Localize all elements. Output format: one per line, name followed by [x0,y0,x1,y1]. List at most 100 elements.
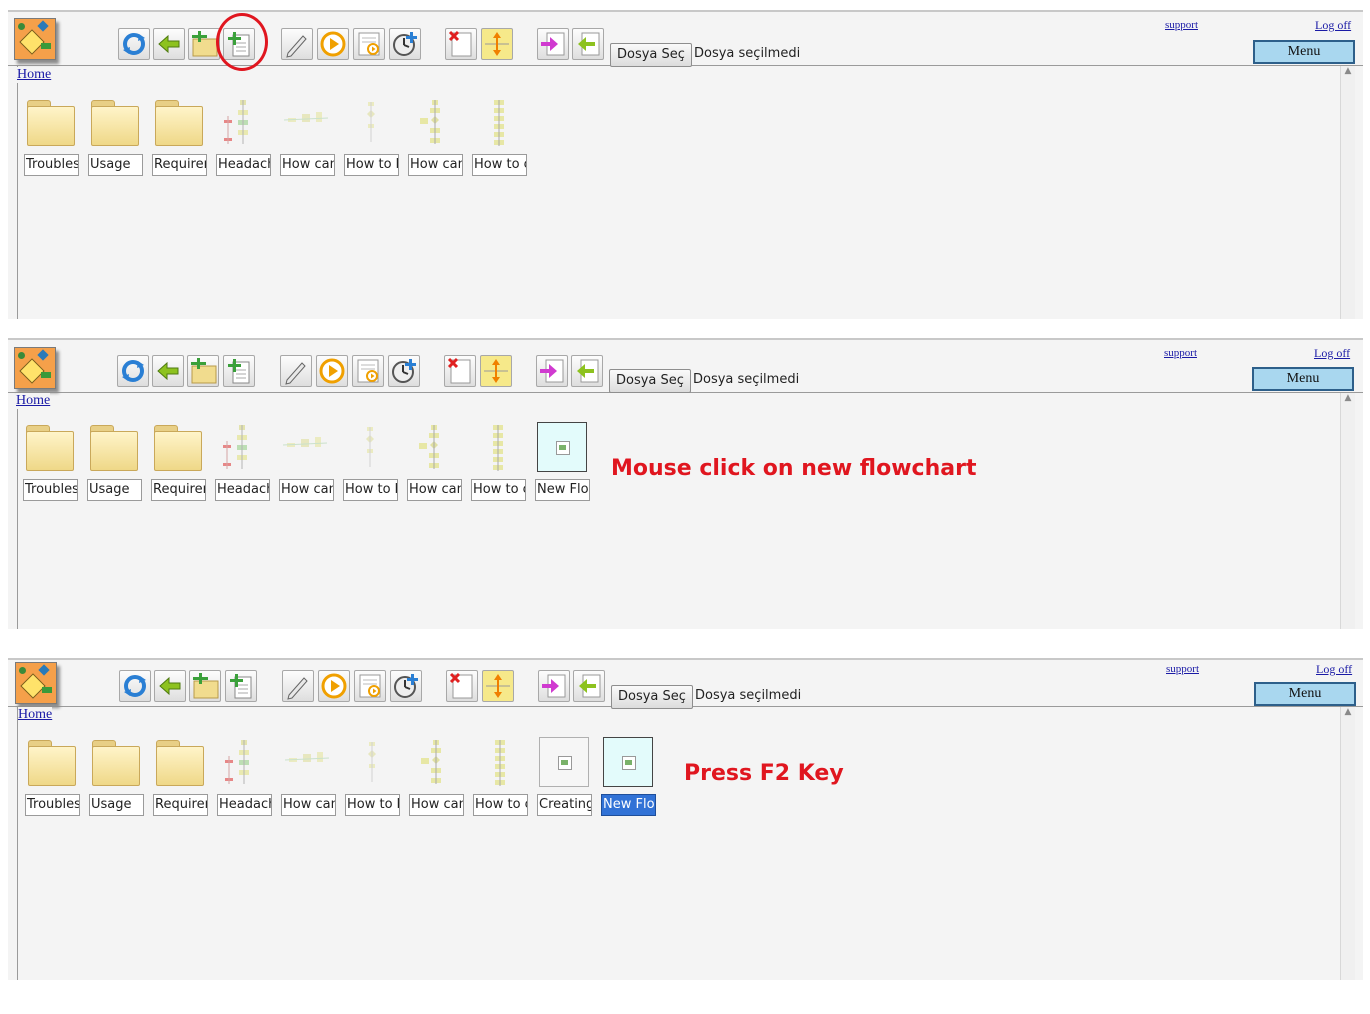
rename-field[interactable]: New Flov [601,794,656,816]
menu-button[interactable]: Menu [1252,367,1354,391]
import-icon [542,674,566,698]
run-document-button[interactable] [352,355,384,387]
folder-icon [88,96,142,150]
scroll-up-arrow-icon[interactable]: ▲ [1341,66,1355,76]
annotation-text: Press F2 Key [684,761,844,786]
resize-button[interactable] [482,670,514,702]
play-button[interactable] [317,28,349,60]
export-icon [577,359,599,383]
edit-button[interactable] [282,670,314,702]
refresh-button[interactable] [118,28,150,60]
new-flowchart-button[interactable] [225,670,257,702]
scrollbar[interactable]: ▲ [1340,393,1355,629]
logoff-link[interactable]: Log off [1315,18,1351,33]
folder-icon [87,421,141,475]
content-left-border [17,707,18,980]
history-button[interactable] [389,28,421,60]
history-button[interactable] [388,355,420,387]
new-folder-icon [193,673,219,699]
logoff-link[interactable]: Log off [1316,662,1352,677]
support-link[interactable]: support [1164,347,1197,359]
import-button[interactable] [538,670,570,702]
resize-icon [486,674,510,698]
refresh-button[interactable] [117,355,149,387]
run-document-icon [359,674,381,698]
play-icon [321,673,347,699]
screenshot-panel-1: ▲ Dosya Seç Dosya seçilmedi support Log … [8,10,1363,319]
folder-icon [152,96,206,150]
flowchart-thumbnail-icon [367,102,375,142]
delete-icon [449,672,473,699]
scrollbar[interactable]: ▲ [1340,707,1355,980]
menu-button[interactable]: Menu [1254,682,1356,706]
resize-button[interactable] [481,28,513,60]
flowchart-thumbnail-icon [419,425,439,469]
new-folder-button[interactable] [187,355,219,387]
back-button[interactable] [154,670,186,702]
flowchart-thumbnail-icon [224,100,248,144]
import-button[interactable] [536,355,568,387]
flowchart-thumbnail-icon [420,100,440,144]
new-flowchart-button[interactable] [223,355,255,387]
scroll-up-arrow-icon[interactable]: ▲ [1341,707,1355,717]
delete-button[interactable] [444,355,476,387]
new-folder-button[interactable] [189,670,221,702]
support-link[interactable]: support [1165,19,1198,31]
home-link[interactable]: Home [16,393,51,409]
menu-button[interactable]: Menu [1253,40,1355,64]
selected-thumbnail [603,737,653,787]
delete-icon [447,357,471,384]
folder-icon [153,736,207,790]
export-button[interactable] [571,355,603,387]
delete-icon [448,30,472,57]
logoff-link[interactable]: Log off [1314,346,1350,361]
history-button[interactable] [390,670,422,702]
edit-button[interactable] [281,28,313,60]
flowchart-thumbnail-icon [282,437,328,447]
scroll-up-arrow-icon[interactable]: ▲ [1341,393,1355,403]
choose-file-button[interactable]: Dosya Seç [610,43,692,67]
back-arrow-icon [159,676,181,696]
selected-thumbnail [537,422,587,472]
flowchart-thumbnail-icon [223,425,247,469]
play-button[interactable] [316,355,348,387]
run-document-icon [358,32,380,56]
flowchart-thumbnail-icon [283,112,329,122]
import-icon [541,32,565,56]
delete-button[interactable] [446,670,478,702]
back-button[interactable] [153,28,185,60]
resize-button[interactable] [480,355,512,387]
import-icon [540,359,564,383]
home-link[interactable]: Home [17,67,52,83]
choose-file-button[interactable]: Dosya Seç [611,685,693,709]
folder-icon [151,421,205,475]
edit-icon [285,362,306,385]
app-logo [14,18,56,60]
choose-file-button[interactable]: Dosya Seç [609,369,691,393]
screenshot-panel-3: ▲ Dosya Seç Dosya seçilmedi support Log … [8,658,1363,980]
refresh-button[interactable] [119,670,151,702]
flowchart-thumbnail-icon [493,425,503,471]
support-link[interactable]: support [1166,663,1199,675]
folder-icon [89,736,143,790]
export-button[interactable] [573,670,605,702]
file-status-text: Dosya seçilmedi [693,372,800,387]
play-button[interactable] [318,670,350,702]
back-button[interactable] [152,355,184,387]
new-folder-icon [192,31,218,57]
export-icon [579,674,601,698]
refresh-icon [122,360,144,382]
folder-icon [23,421,77,475]
home-link[interactable]: Home [18,707,53,723]
export-button[interactable] [572,28,604,60]
run-document-button[interactable] [353,28,385,60]
run-document-icon [357,359,379,383]
edit-button[interactable] [280,355,312,387]
flowchart-thumbnail-icon [495,740,505,786]
scrollbar[interactable]: ▲ [1340,66,1355,319]
import-button[interactable] [537,28,569,60]
flowchart-thumbnail-icon [366,427,374,467]
run-document-button[interactable] [354,670,386,702]
broken-image-icon [556,441,570,455]
delete-button[interactable] [445,28,477,60]
